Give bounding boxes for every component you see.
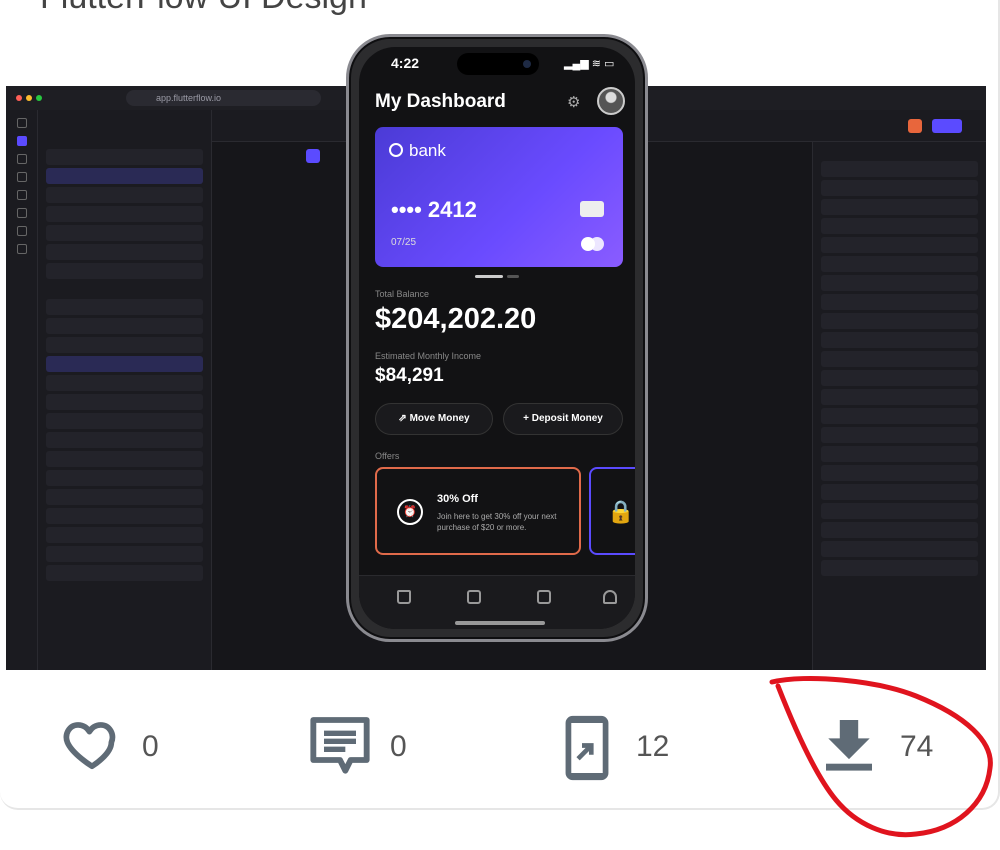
monthly-income: $84,291 [375, 365, 444, 386]
like-count: 0 [142, 730, 159, 763]
card-icon [537, 590, 551, 604]
design-card: FlutterFlow UI Design app.flutterflow.io [0, 0, 1000, 810]
bell-icon [603, 590, 617, 604]
bank-mark-icon [389, 143, 403, 157]
toolbar-button [908, 119, 922, 133]
rail-icon [16, 118, 27, 128]
bank-name: bank [409, 141, 446, 160]
toolbar-button [932, 119, 962, 133]
maximize-dot-icon [36, 95, 42, 101]
status-time: 4:22 [391, 55, 420, 71]
bank-card: bank •••• 2412 07/25 [375, 127, 623, 267]
total-balance-label: Total Balance [375, 289, 430, 299]
pager-inactive [507, 275, 519, 278]
rail-icon [16, 244, 27, 254]
editor-pages-panel [38, 110, 212, 670]
avatar [597, 87, 625, 115]
share-count: 12 [636, 730, 670, 763]
rail-icon [16, 208, 27, 218]
bank-logo: bank [389, 141, 446, 161]
total-balance: $204,202.20 [375, 303, 537, 335]
deposit-money-button: + Deposit Money [503, 403, 623, 435]
card-network-icon [581, 237, 605, 251]
phone-screen: 4:22 ▂▄▆ ≋ ▭ My Dashboard ⚙ bank •••• 24… [359, 47, 635, 629]
rail-icon [16, 226, 27, 236]
lock-icon: 🔒 [607, 499, 635, 524]
comment-icon [310, 717, 370, 774]
editor-properties-panel [812, 142, 986, 670]
heart-icon [63, 722, 116, 770]
pager-active [475, 275, 503, 278]
offers-label: Offers [375, 451, 400, 461]
offer-title: 30% Off [437, 493, 478, 505]
alarm-clock-icon: ⏰ [397, 499, 423, 525]
download-count: 74 [900, 730, 934, 763]
download-icon [826, 720, 872, 771]
phone-mockup: 4:22 ▂▄▆ ≋ ▭ My Dashboard ⚙ bank •••• 24… [346, 34, 648, 642]
rail-icon [16, 172, 27, 182]
wallet-icon [467, 590, 481, 604]
close-dot-icon [16, 95, 22, 101]
card-title: FlutterFlow UI Design [40, 0, 367, 17]
offer-card: 🔒 [589, 467, 635, 555]
card-chip-icon [580, 201, 604, 217]
editor-icon-rail [6, 110, 38, 670]
card-number: •••• 2412 [391, 197, 477, 222]
home-indicator [455, 621, 545, 625]
rail-icon [16, 136, 27, 146]
gear-icon: ⚙ [567, 94, 581, 111]
rail-icon [16, 190, 27, 200]
dynamic-island [457, 53, 539, 75]
move-money-button: ⇗ Move Money [375, 403, 493, 435]
toolbar-button [306, 149, 320, 163]
comment-count: 0 [390, 730, 407, 763]
income-label: Estimated Monthly Income [375, 351, 482, 361]
minimize-dot-icon [26, 95, 32, 101]
offer-description: Join here to get 30% off your next purch… [437, 512, 557, 532]
rail-icon [16, 154, 27, 164]
status-icons: ▂▄▆ ≋ ▭ [564, 58, 615, 70]
dashboard-title: My Dashboard [375, 91, 506, 112]
offer-card: ⏰ 30% Off Join here to get 30% off your … [375, 467, 581, 555]
share-phone-icon [565, 715, 609, 781]
url-bar: app.flutterflow.io [126, 90, 321, 106]
home-icon [397, 590, 411, 604]
card-expiry: 07/25 [391, 237, 417, 248]
